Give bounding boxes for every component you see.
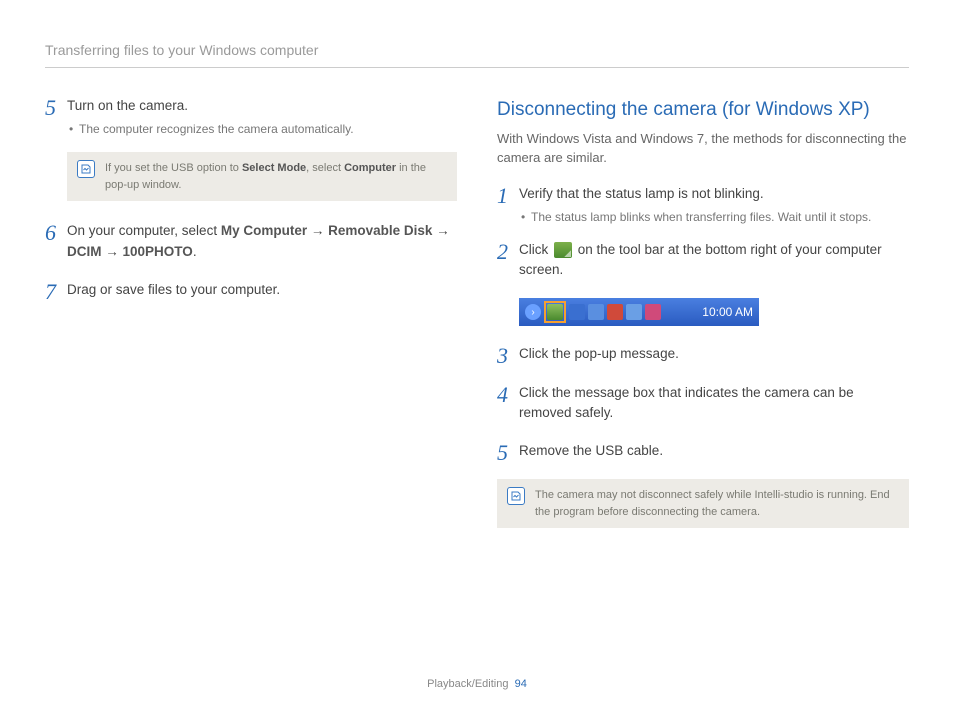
note-icon: [77, 160, 95, 178]
note-text: The camera may not disconnect safely whi…: [535, 487, 899, 520]
step-text: Click the message box that indicates the…: [519, 383, 909, 424]
note-text: If you set the USB option to Select Mode…: [105, 160, 447, 193]
tray-clock: 10:00 AM: [702, 303, 753, 321]
safely-remove-tray-icon: [547, 304, 563, 320]
tray-expand-icon: ›: [525, 304, 541, 320]
section-subtext: With Windows Vista and Windows 7, the me…: [497, 129, 909, 168]
step-6: 6 On your computer, select My Computer →…: [45, 221, 457, 266]
step-3: 3 Click the pop-up message.: [497, 344, 909, 368]
tray-icon: [607, 304, 623, 320]
step-1: 1 Verify that the status lamp is not bli…: [497, 184, 909, 226]
step-4: 4 Click the message box that indicates t…: [497, 383, 909, 428]
step-text: Click on the tool bar at the bottom righ…: [519, 240, 909, 281]
step-subtext: The computer recognizes the camera autom…: [67, 120, 457, 138]
taskbar-screenshot: › 10:00 AM: [519, 298, 759, 326]
step-subtext: The status lamp blinks when transferring…: [519, 208, 909, 226]
step-5: 5 Turn on the camera. The computer recog…: [45, 96, 457, 138]
page-footer: Playback/Editing 94: [0, 676, 954, 693]
note-usb-option: If you set the USB option to Select Mode…: [67, 152, 457, 201]
step-text: Verify that the status lamp is not blink…: [519, 184, 909, 204]
step-text: On your computer, select My Computer → R…: [67, 221, 457, 262]
content-columns: 5 Turn on the camera. The computer recog…: [45, 96, 909, 548]
step-body: Verify that the status lamp is not blink…: [519, 184, 909, 226]
right-column: Disconnecting the camera (for Windows XP…: [497, 96, 909, 548]
section-heading: Disconnecting the camera (for Windows XP…: [497, 96, 909, 125]
step-number: 4: [497, 383, 519, 407]
step-number: 5: [45, 96, 67, 120]
step-text: Click the pop-up message.: [519, 344, 909, 364]
footer-page-number: 94: [515, 678, 527, 690]
step-7: 7 Drag or save files to your computer.: [45, 280, 457, 304]
tray-icon: [569, 304, 585, 320]
step-number: 1: [497, 184, 519, 208]
step-text: Remove the USB cable.: [519, 441, 909, 461]
tray-highlight: [544, 301, 566, 323]
left-column: 5 Turn on the camera. The computer recog…: [45, 96, 457, 548]
tray-icon: [626, 304, 642, 320]
step-text: Turn on the camera.: [67, 96, 457, 116]
footer-section: Playback/Editing: [427, 678, 508, 690]
step-5-right: 5 Remove the USB cable.: [497, 441, 909, 465]
step-text: Drag or save files to your computer.: [67, 280, 457, 300]
tray-icon: [645, 304, 661, 320]
step-number: 7: [45, 280, 67, 304]
note-icon: [507, 487, 525, 505]
step-2: 2 Click on the tool bar at the bottom ri…: [497, 240, 909, 285]
step-number: 3: [497, 344, 519, 368]
step-number: 5: [497, 441, 519, 465]
note-intelli-studio: The camera may not disconnect safely whi…: [497, 479, 909, 528]
page-header: Transferring files to your Windows compu…: [45, 40, 909, 68]
step-body: Turn on the camera. The computer recogni…: [67, 96, 457, 138]
step-number: 2: [497, 240, 519, 264]
step-number: 6: [45, 221, 67, 245]
safely-remove-icon: [554, 242, 572, 258]
tray-icon: [588, 304, 604, 320]
